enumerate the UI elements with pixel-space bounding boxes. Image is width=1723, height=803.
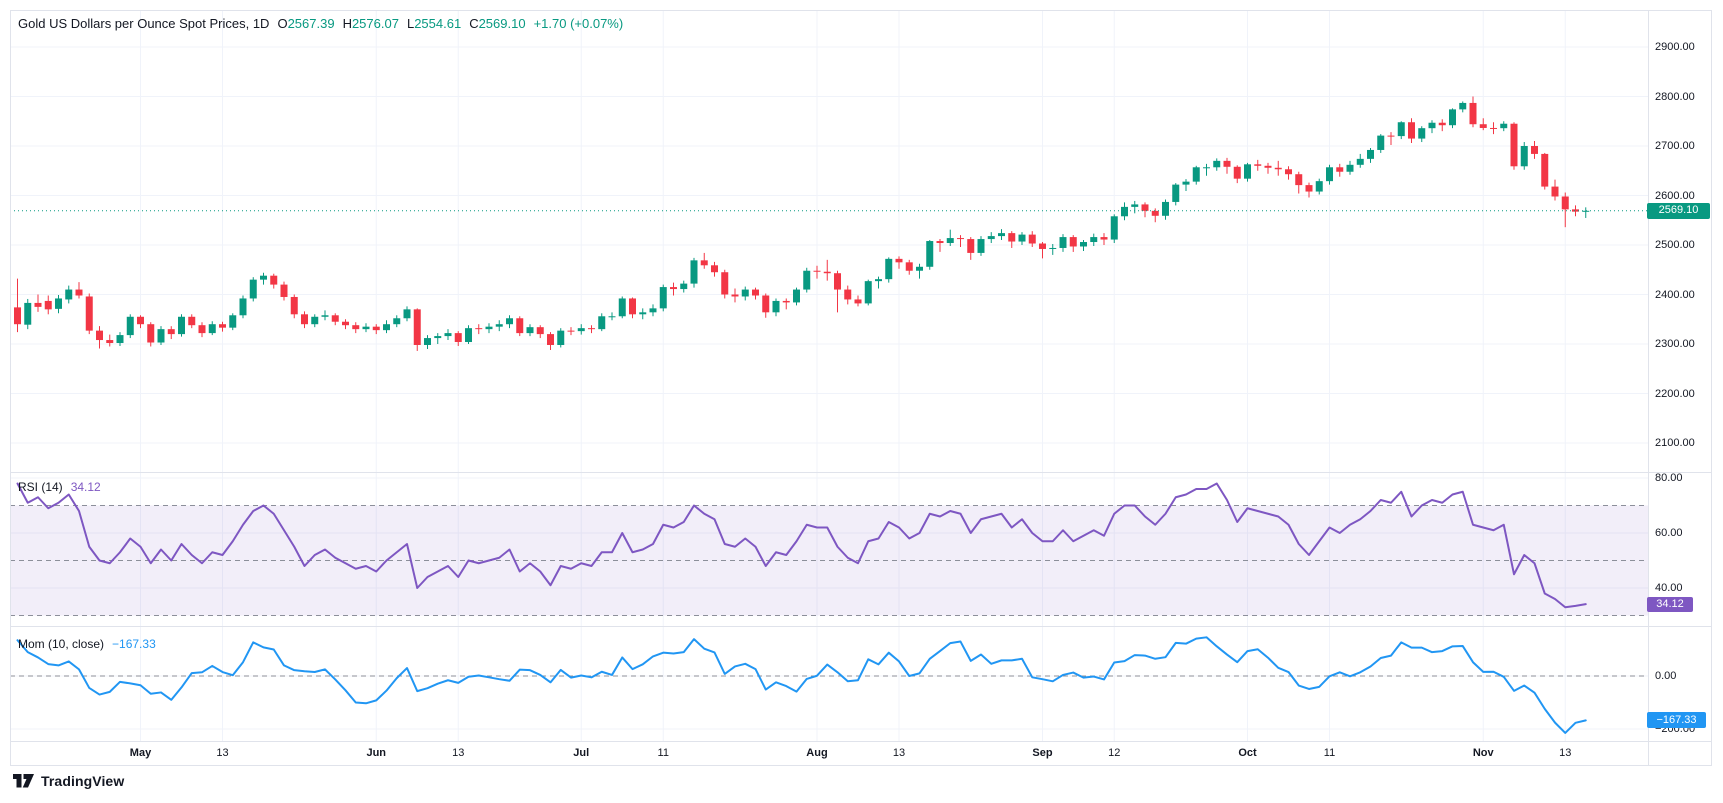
tradingview-logo-icon (13, 774, 34, 788)
ohlc-high: H2576.07 (343, 16, 399, 31)
rsi-value-badge: 34.12 (1647, 597, 1693, 612)
symbol-legend: Gold US Dollars per Ounce Spot Prices, 1… (18, 16, 623, 31)
rsi-indicator-value: 34.12 (71, 480, 101, 494)
symbol-title[interactable]: Gold US Dollars per Ounce Spot Prices, 1… (18, 16, 269, 31)
mom-indicator-name: Mom (10, close) (18, 637, 104, 651)
ohlc-low: L2554.61 (407, 16, 461, 31)
mom-value-badge: −167.33 (1647, 712, 1706, 728)
tradingview-brand-text: TradingView (41, 773, 124, 789)
trading-chart-window: 2900.002800.002700.002600.002500.002400.… (0, 0, 1723, 803)
mom-indicator-value: −167.33 (112, 637, 156, 651)
candlestick-series (14, 97, 1589, 351)
chart-canvas[interactable] (0, 0, 1723, 803)
change-value: +1.70 (+0.07%) (534, 16, 624, 31)
ohlc-open: O2567.39 (277, 16, 334, 31)
rsi-indicator-label[interactable]: RSI (14) 34.12 (18, 480, 101, 494)
ohlc-close: C2569.10 (469, 16, 525, 31)
tradingview-watermark[interactable]: TradingView (13, 773, 124, 789)
chart-border (11, 11, 1712, 766)
rsi-indicator-name: RSI (14) (18, 480, 63, 494)
last-price-badge: 2569.10 (1647, 203, 1710, 219)
gridlines (10, 10, 1648, 741)
mom-indicator-label[interactable]: Mom (10, close) −167.33 (18, 637, 156, 651)
mom-line (18, 637, 1586, 733)
